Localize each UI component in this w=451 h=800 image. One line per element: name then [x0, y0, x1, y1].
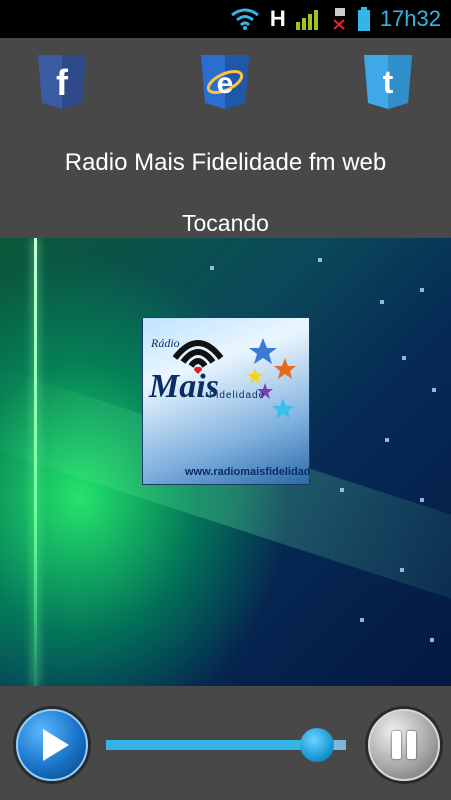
star	[380, 300, 384, 304]
pause-icon-bar-left	[392, 731, 401, 759]
play-icon	[43, 729, 69, 761]
clock: 17h32	[379, 6, 441, 31]
star	[318, 258, 322, 262]
wifi-icon	[231, 8, 259, 30]
volume-slider-thumb[interactable]	[300, 728, 335, 762]
volume-slider-fill	[106, 740, 318, 750]
signal-icon	[295, 10, 318, 30]
status-icons: H 17h32	[230, 6, 441, 32]
star	[432, 388, 436, 392]
star	[430, 638, 434, 642]
top-bar: f e t Radio Mais Fidelidade fm web Tocan…	[0, 38, 451, 238]
station-logo: Rádio Mais Fidelidade www.radiomaisfidel…	[142, 317, 310, 485]
twitter-icon[interactable]: t	[364, 55, 412, 109]
facebook-icon[interactable]: f	[38, 55, 86, 109]
play-button[interactable]	[16, 709, 88, 781]
logo-fidelidade-text: Fidelidade	[209, 390, 266, 401]
light-beam	[34, 238, 37, 686]
star	[420, 288, 424, 292]
star	[360, 618, 364, 622]
browser-letter: e	[217, 67, 234, 100]
facebook-letter: f	[56, 62, 69, 103]
logo-radio-text: Rádio	[151, 336, 180, 350]
star	[340, 488, 344, 492]
star	[210, 266, 214, 270]
volume-slider[interactable]	[106, 728, 346, 762]
playback-status: Tocando	[182, 210, 269, 236]
no-sim-icon	[333, 8, 345, 30]
player-bar	[0, 686, 451, 800]
pause-icon-bar-right	[407, 731, 416, 759]
twitter-letter: t	[383, 64, 394, 100]
star	[400, 568, 404, 572]
battery-icon	[357, 7, 370, 31]
status-bar: H 17h32	[0, 0, 451, 38]
star	[385, 438, 389, 442]
pause-button[interactable]	[368, 709, 440, 781]
star	[420, 498, 424, 502]
station-title: Radio Mais Fidelidade fm web	[64, 149, 387, 176]
star	[402, 356, 406, 360]
browser-icon[interactable]: e	[201, 55, 249, 109]
logo-url-text: www.radiomaisfidelidade.net	[185, 466, 310, 478]
network-type-label: H	[269, 6, 286, 31]
